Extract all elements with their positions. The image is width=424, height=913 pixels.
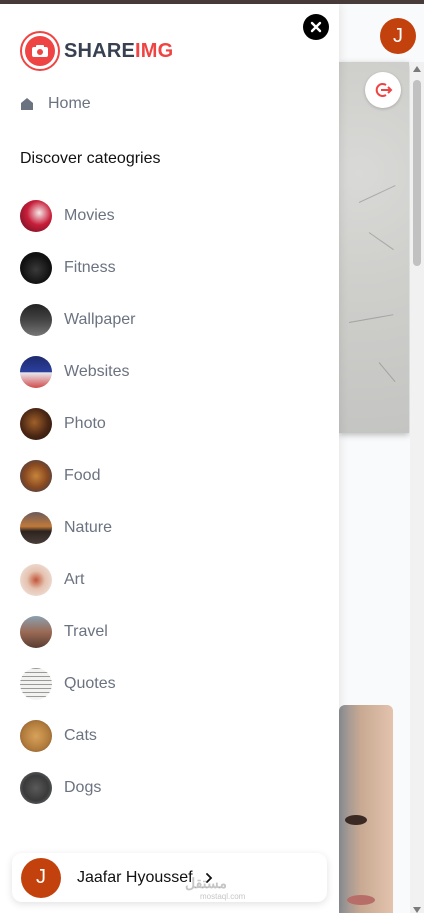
category-list: Movies Fitness Wallpaper Websites Photo … (20, 190, 320, 814)
category-label: Quotes (64, 675, 116, 692)
category-item-travel[interactable]: Travel (20, 606, 320, 658)
header-user-avatar[interactable]: J (380, 18, 416, 54)
category-label: Wallpaper (64, 311, 136, 328)
fitness-thumbnail (20, 252, 52, 284)
watermark-text: مستقل (185, 875, 227, 891)
nav-home-label: Home (48, 95, 91, 112)
home-icon (21, 98, 33, 110)
quotes-thumbnail (20, 668, 52, 700)
sidebar-drawer: SHAREIMG Home Discover cateogries Movies… (0, 4, 339, 913)
category-item-websites[interactable]: Websites (20, 346, 320, 398)
scroll-down-icon[interactable] (413, 907, 421, 913)
avatar: J (21, 857, 61, 898)
category-item-nature[interactable]: Nature (20, 502, 320, 554)
dogs-thumbnail (20, 772, 52, 804)
category-item-art[interactable]: Art (20, 554, 320, 606)
websites-thumbnail (20, 356, 52, 388)
category-label: Websites (64, 363, 130, 380)
page-scrollbar[interactable] (410, 62, 424, 913)
nature-thumbnail (20, 512, 52, 544)
wallpaper-thumbnail (20, 304, 52, 336)
user-profile-card[interactable]: J Jaafar Hyoussef (12, 853, 327, 902)
art-thumbnail (20, 564, 52, 596)
category-label: Art (64, 571, 85, 588)
category-item-cats[interactable]: Cats (20, 710, 320, 762)
brand-logo[interactable]: SHAREIMG (20, 31, 173, 71)
category-item-fitness[interactable]: Fitness (20, 242, 320, 294)
watermark-subtext: mostaql.com (200, 892, 246, 901)
close-sidebar-button[interactable] (303, 14, 329, 40)
category-label: Movies (64, 207, 115, 224)
categories-section-title: Discover cateogries (20, 150, 161, 167)
category-label: Cats (64, 727, 97, 744)
cats-thumbnail (20, 720, 52, 752)
brand-name-img: IMG (135, 39, 174, 62)
category-label: Dogs (64, 779, 102, 796)
logout-icon (375, 83, 393, 97)
nav-home-link[interactable]: Home (20, 95, 91, 113)
category-item-photo[interactable]: Photo (20, 398, 320, 450)
brand-name-share: SHARE (64, 39, 136, 62)
category-label: Nature (64, 519, 113, 536)
close-icon (310, 21, 322, 33)
logout-button[interactable] (365, 72, 401, 108)
category-item-food[interactable]: Food (20, 450, 320, 502)
pin-image-portrait[interactable] (339, 705, 393, 913)
movies-thumbnail (20, 200, 52, 232)
category-label: Travel (64, 623, 108, 640)
category-label: Food (64, 467, 101, 484)
category-label: Photo (64, 415, 106, 432)
category-item-dogs[interactable]: Dogs (20, 762, 320, 814)
photo-thumbnail (20, 408, 52, 440)
travel-thumbnail (20, 616, 52, 648)
scrollbar-thumb[interactable] (413, 80, 421, 266)
header-user-initial: J (393, 24, 403, 47)
category-item-quotes[interactable]: Quotes (20, 658, 320, 710)
scroll-up-icon[interactable] (413, 66, 421, 72)
pin-image-concrete[interactable] (339, 62, 409, 433)
category-item-movies[interactable]: Movies (20, 190, 320, 242)
user-name: Jaafar Hyoussef (77, 868, 193, 886)
food-thumbnail (20, 460, 52, 492)
camera-logo-icon (20, 31, 60, 71)
category-label: Fitness (64, 259, 116, 276)
category-item-wallpaper[interactable]: Wallpaper (20, 294, 320, 346)
brand-name: SHAREIMG (64, 40, 173, 63)
user-initial: J (36, 866, 46, 888)
